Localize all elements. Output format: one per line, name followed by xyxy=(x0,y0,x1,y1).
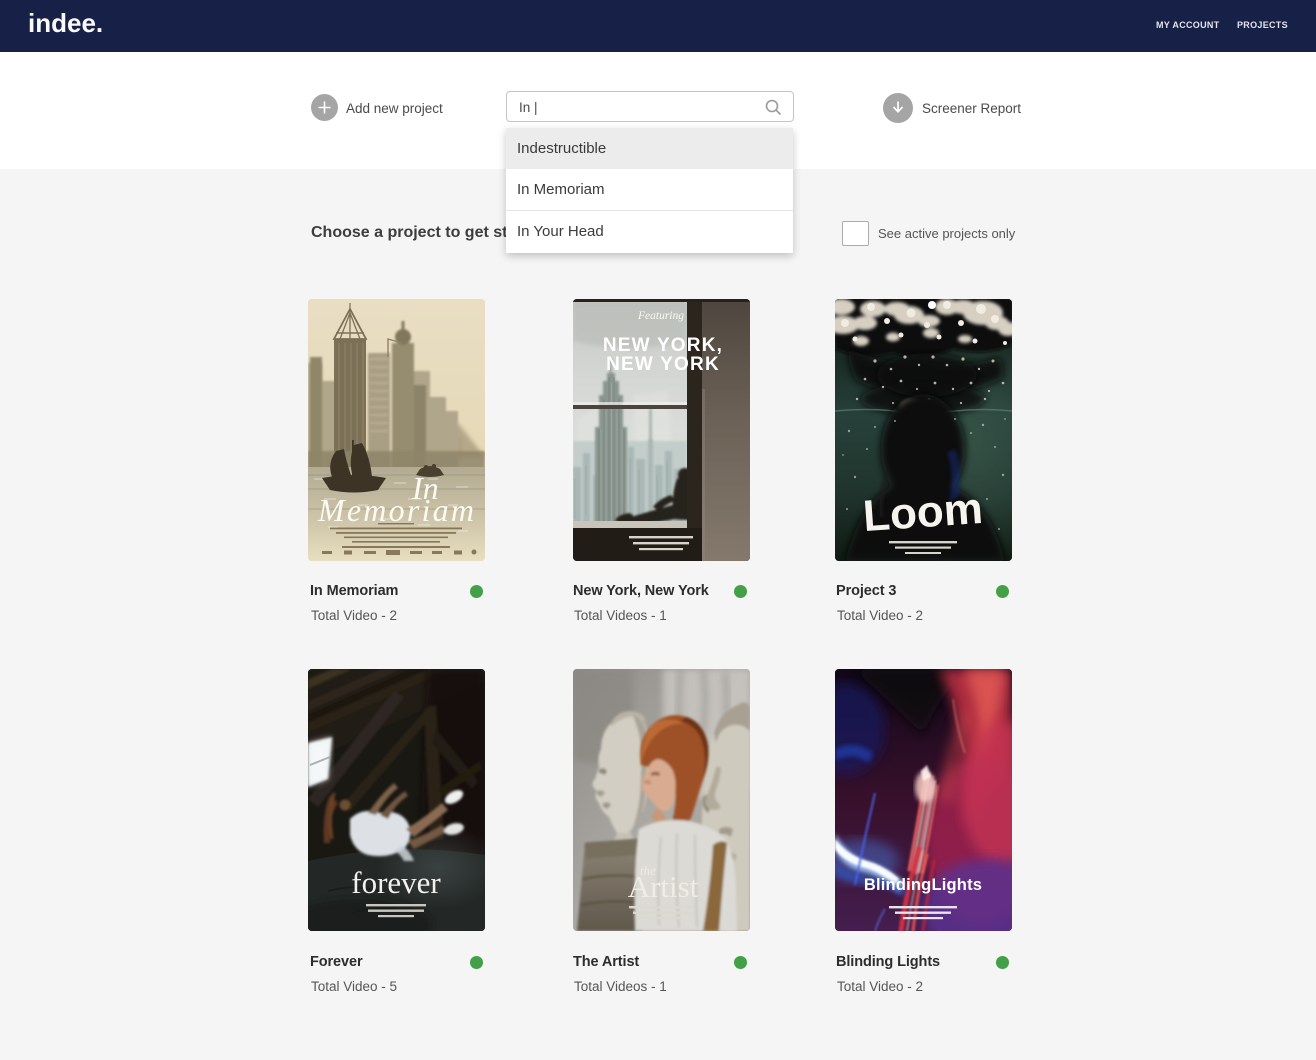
svg-text:Memoriam: Memoriam xyxy=(317,492,474,528)
svg-text:Artist: Artist xyxy=(628,869,699,904)
svg-text:BlindingLights: BlindingLights xyxy=(864,876,982,894)
svg-text:Featuring: Featuring xyxy=(637,310,684,322)
svg-text:NEW YORK,: NEW YORK, xyxy=(603,335,723,356)
svg-text:NEW YORK: NEW YORK xyxy=(606,354,720,375)
svg-text:forever: forever xyxy=(351,865,441,900)
svg-text:Loom: Loom xyxy=(861,484,984,541)
